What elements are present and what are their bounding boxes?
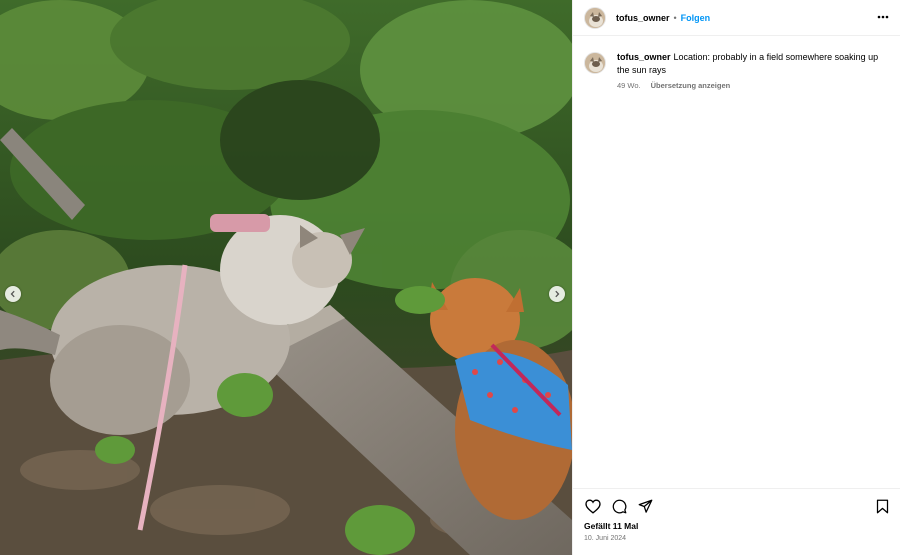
carousel-next-button[interactable] xyxy=(549,286,565,302)
chevron-right-icon xyxy=(555,290,560,298)
heart-icon xyxy=(585,498,601,514)
caption-text: tofus_owner Location: probably in a field… xyxy=(617,51,887,77)
avatar-image xyxy=(585,7,605,28)
translate-link[interactable]: Übersetzung anzeigen xyxy=(651,81,731,90)
more-options-button[interactable] xyxy=(876,10,890,24)
share-button[interactable] xyxy=(636,497,654,515)
comment-button[interactable] xyxy=(610,497,628,515)
header-username[interactable]: tofus_owner xyxy=(616,13,670,23)
caption-avatar[interactable] xyxy=(584,52,606,74)
bookmark-icon xyxy=(876,499,888,513)
photo-illustration xyxy=(0,0,572,555)
post-age[interactable]: 49 Wo. xyxy=(617,81,641,90)
more-horizontal-icon xyxy=(877,15,889,19)
action-icons xyxy=(584,497,891,515)
save-button[interactable] xyxy=(873,497,891,515)
likes-count[interactable]: Gefällt 11 Mal xyxy=(584,521,891,531)
caption: tofus_owner Location: probably in a field… xyxy=(573,36,900,90)
actions-section: Gefällt 11 Mal 10. Juni 2024 xyxy=(573,488,900,542)
share-icon xyxy=(638,499,652,513)
carousel-prev-button[interactable] xyxy=(5,286,21,302)
post-header: tofus_owner • Folgen xyxy=(573,0,900,36)
follow-button[interactable]: Folgen xyxy=(681,13,711,23)
caption-body: tofus_owner Location: probably in a field… xyxy=(617,51,887,90)
comment-icon xyxy=(612,499,626,513)
caption-meta: 49 Wo. Übersetzung anzeigen xyxy=(617,81,887,90)
chevron-left-icon xyxy=(10,290,15,298)
like-button[interactable] xyxy=(584,497,602,515)
post-date: 10. Juni 2024 xyxy=(584,535,627,542)
header-separator: • xyxy=(673,12,677,23)
avatar-image xyxy=(585,53,605,73)
caption-username[interactable]: tofus_owner xyxy=(617,52,671,62)
post-side-panel: tofus_owner • Folgen tofus_owner Location… xyxy=(572,0,900,555)
post-photo[interactable] xyxy=(0,0,572,555)
avatar[interactable] xyxy=(584,6,606,29)
